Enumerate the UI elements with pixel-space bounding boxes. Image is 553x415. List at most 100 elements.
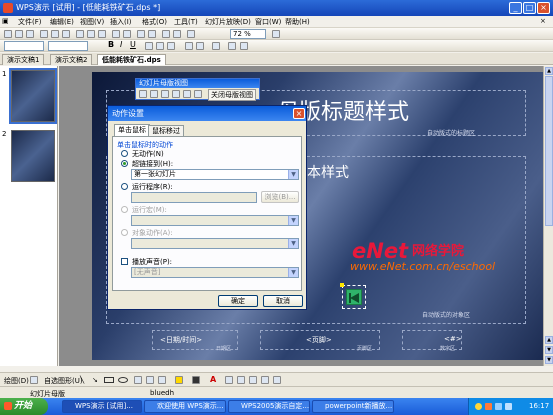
- hyperlink-combo[interactable]: 第一张幻灯片 ▼: [131, 169, 299, 180]
- zoom-combo[interactable]: 72 %: [230, 29, 266, 39]
- draw-menu[interactable]: 绘图(D): [4, 376, 29, 386]
- minimize-button[interactable]: _: [509, 2, 522, 14]
- hyperlink-icon[interactable]: [173, 30, 181, 38]
- print-icon[interactable]: [40, 30, 48, 38]
- action-button-frame[interactable]: [342, 285, 366, 309]
- bullets-icon[interactable]: [196, 42, 204, 50]
- shadow-icon[interactable]: [261, 376, 269, 384]
- play-sound-checkbox[interactable]: [121, 258, 128, 265]
- tab-doc1[interactable]: 演示文稿1: [2, 54, 45, 65]
- tray-app-icon[interactable]: [475, 403, 482, 410]
- fill-color-icon[interactable]: [175, 376, 183, 384]
- line-icon[interactable]: ╲: [80, 376, 84, 384]
- help-icon[interactable]: [272, 30, 280, 38]
- tray-volume-icon[interactable]: [495, 403, 502, 410]
- chart-icon[interactable]: [148, 30, 156, 38]
- redo-icon[interactable]: [123, 30, 131, 38]
- thumbnail-slide-2[interactable]: [11, 130, 55, 182]
- design-icon[interactable]: [228, 42, 236, 50]
- menu-help[interactable]: 帮助(H): [285, 17, 310, 27]
- table-icon[interactable]: [137, 30, 145, 38]
- 3d-icon[interactable]: [273, 376, 281, 384]
- prev-slide-icon[interactable]: ▲: [545, 336, 553, 344]
- tray-network-icon[interactable]: [485, 403, 492, 410]
- menu-window[interactable]: 窗口(W): [255, 17, 281, 27]
- wordart-icon[interactable]: [146, 376, 154, 384]
- rename-master-icon[interactable]: [183, 90, 191, 98]
- new-slide-icon[interactable]: [240, 42, 248, 50]
- italic-icon[interactable]: I: [120, 40, 122, 49]
- insert-title-master-icon[interactable]: [150, 90, 158, 98]
- dialog-close-icon[interactable]: ×: [293, 108, 305, 119]
- menu-view[interactable]: 视图(V): [80, 17, 104, 27]
- line-style-icon[interactable]: [225, 376, 233, 384]
- action-button[interactable]: [346, 289, 362, 305]
- master-layout-icon[interactable]: [194, 90, 202, 98]
- align-left-icon[interactable]: [145, 42, 153, 50]
- line-color-icon[interactable]: [192, 376, 200, 384]
- scroll-thumb[interactable]: [545, 76, 553, 226]
- next-slide-icon[interactable]: ▼: [545, 346, 553, 354]
- maximize-button[interactable]: □: [523, 2, 536, 14]
- clipart-icon[interactable]: [158, 376, 166, 384]
- menu-edit[interactable]: 编辑(E): [50, 17, 74, 27]
- task-welcome-wps[interactable]: 欢迎使用 WPS演示...: [144, 400, 226, 413]
- scroll-down-icon[interactable]: ▼: [545, 356, 553, 364]
- bold-icon[interactable]: B: [108, 40, 114, 49]
- arrow-style-icon[interactable]: [249, 376, 257, 384]
- menu-tools[interactable]: 工具(T): [174, 17, 198, 27]
- copy-icon[interactable]: [87, 30, 95, 38]
- task-powerpoint[interactable]: powerpoint新播放...: [312, 400, 394, 413]
- autoshape-menu[interactable]: 自选图形(U): [44, 376, 83, 386]
- font-color-icon[interactable]: [212, 42, 220, 50]
- scroll-up-icon[interactable]: ▲: [545, 67, 553, 75]
- preview-icon[interactable]: [51, 30, 59, 38]
- rectangle-icon[interactable]: [104, 377, 114, 383]
- tab-mouse-click[interactable]: 单击鼠标: [114, 124, 150, 136]
- tray-input-icon[interactable]: [505, 403, 512, 410]
- chevron-down-icon[interactable]: ▼: [288, 170, 298, 179]
- dash-style-icon[interactable]: [237, 376, 245, 384]
- underline-icon[interactable]: U: [130, 40, 136, 49]
- font-color-a-icon[interactable]: A: [210, 375, 216, 384]
- close-button[interactable]: ×: [537, 2, 550, 14]
- cut-icon[interactable]: [76, 30, 84, 38]
- vertical-scrollbar[interactable]: ▲ ▲ ▼ ▼: [543, 66, 553, 366]
- font-combo[interactable]: [4, 41, 44, 51]
- grid-icon[interactable]: [187, 30, 195, 38]
- numbering-icon[interactable]: [185, 42, 193, 50]
- task-wps-trial[interactable]: WPS演示 [试用]...: [62, 400, 142, 413]
- cancel-button[interactable]: 取消: [263, 295, 303, 307]
- tab-mouse-over[interactable]: 鼠标移过: [148, 125, 184, 136]
- thumbnail-slide-1[interactable]: [9, 68, 57, 124]
- undo-icon[interactable]: [112, 30, 120, 38]
- preserve-master-icon[interactable]: [172, 90, 180, 98]
- paste-icon[interactable]: [98, 30, 106, 38]
- menu-slideshow[interactable]: 幻灯片放映(D): [205, 17, 251, 27]
- radio-no-action[interactable]: [121, 150, 128, 157]
- tab-doc2[interactable]: 演示文稿2: [50, 54, 93, 65]
- menu-insert[interactable]: 插入(I): [110, 17, 132, 27]
- image-icon[interactable]: [162, 30, 170, 38]
- ok-button[interactable]: 确定: [218, 295, 258, 307]
- ellipse-icon[interactable]: [118, 377, 128, 383]
- tab-current-doc[interactable]: 低能耗铁矿石.dps: [97, 54, 166, 65]
- menu-format[interactable]: 格式(O): [142, 17, 167, 27]
- menu-file[interactable]: 文件(F): [18, 17, 42, 27]
- insert-master-icon[interactable]: [139, 90, 147, 98]
- radio-run-program[interactable]: [121, 183, 128, 190]
- select-pointer-icon[interactable]: [30, 376, 38, 384]
- save-icon[interactable]: [26, 30, 34, 38]
- align-right-icon[interactable]: [167, 42, 175, 50]
- font-size-combo[interactable]: [48, 41, 88, 51]
- arrow-icon[interactable]: ↘: [92, 376, 98, 384]
- spell-icon[interactable]: [62, 30, 70, 38]
- open-icon[interactable]: [15, 30, 23, 38]
- adjust-handle[interactable]: [340, 283, 344, 287]
- delete-master-icon[interactable]: [161, 90, 169, 98]
- new-icon[interactable]: [4, 30, 12, 38]
- menu-close-icon[interactable]: ×: [540, 17, 546, 25]
- task-wps2005[interactable]: WPS2005演示自定...: [228, 400, 310, 413]
- align-center-icon[interactable]: [156, 42, 164, 50]
- radio-hyperlink[interactable]: [121, 160, 128, 167]
